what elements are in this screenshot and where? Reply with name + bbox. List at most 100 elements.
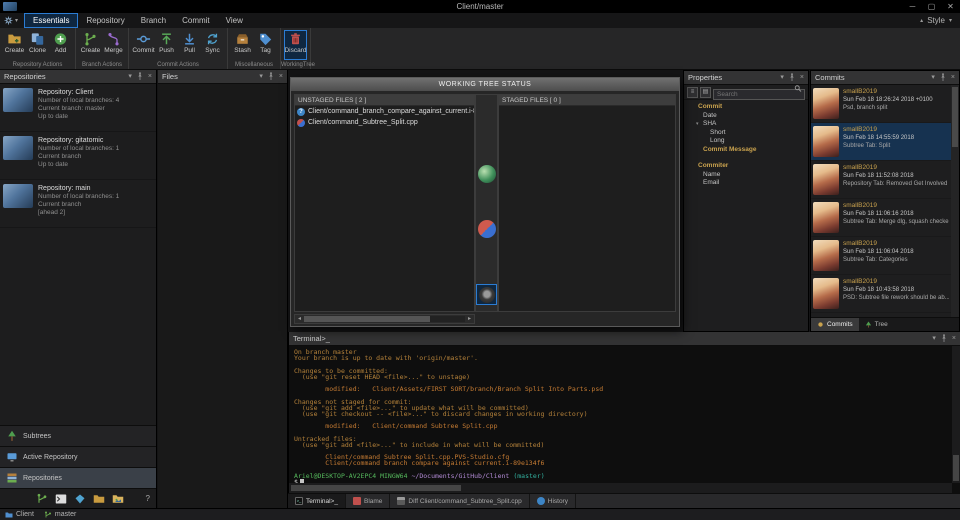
property-tree-item[interactable]: Name [684,171,808,180]
sidebar-item-subtrees[interactable]: Subtrees [0,425,156,446]
commit-list-item[interactable]: smallB2019 Sun Feb 18 14:55:59 2018 Subt… [811,123,951,161]
unstaged-file-row[interactable]: Client/command_Subtree_Split.cpp [295,117,474,128]
tab-tree[interactable]: Tree [859,318,894,331]
commit-date: Sun Feb 18 11:06:04 2018 [843,249,914,255]
sidebar-item-active-repository[interactable]: Active Repository [0,446,156,467]
scrollbar-thumb[interactable] [291,485,461,491]
property-tree-item[interactable]: Commit [684,103,808,112]
property-tree-item[interactable]: Short [684,129,808,138]
chevron-down-icon[interactable]: ▾ [931,71,935,85]
commit-list-item[interactable]: smallB2019 Sun Feb 18 11:06:16 2018 Subt… [811,199,951,237]
pin-icon[interactable] [788,73,796,82]
gem-icon[interactable] [74,493,86,505]
commit-avatar [813,164,839,195]
scrollbar-thumb[interactable] [952,87,958,147]
unstaged-horizontal-scrollbar[interactable]: ◂ ▸ [294,314,475,324]
statusbar-repository[interactable]: Client [5,511,34,519]
sync-button[interactable]: Sync [201,30,224,60]
repository-list-item[interactable]: Repository: main Number of local branche… [0,180,156,228]
chevron-down-icon[interactable]: ▾ [259,70,263,84]
merge-branch-button[interactable]: Merge [102,30,125,60]
close-button[interactable]: ✕ [941,0,960,13]
chevron-down-icon[interactable]: ▾ [128,70,132,84]
commit-list-item[interactable]: smallB2019 Sun Feb 18 18:26:24 2018 +010… [811,85,951,123]
tab-diff[interactable]: Diff Client/command_Subtree_Split.cpp [390,494,530,508]
branch-icon[interactable] [36,493,48,505]
collapse-ribbon-icon[interactable]: ▴ [920,17,923,24]
working-tree-status-window[interactable]: WORKING TREE STATUS UNSTAGED FILES [ 2 ]… [290,77,680,327]
commit-list-item[interactable]: smallB2019 Sun Feb 18 10:43:58 2018 PSD:… [811,275,951,313]
tab-commit[interactable]: Commit [174,13,218,28]
style-menu[interactable]: Style [927,16,945,25]
folder-image-icon[interactable] [112,493,124,505]
discard-button[interactable]: Discard [284,30,307,60]
tag-button[interactable]: Tag [254,30,277,60]
add-repository-button[interactable]: Add [49,30,72,60]
terminal-horizontal-scrollbar[interactable] [289,483,952,493]
scroll-right-arrow[interactable]: ▸ [465,315,474,324]
folder-icon[interactable] [93,493,105,505]
stage-selected-button[interactable] [477,165,496,183]
property-tree-item[interactable]: Long [684,137,808,146]
snapshot-button[interactable] [476,284,497,305]
terminal-vertical-scrollbar[interactable] [952,346,960,483]
create-repository-icon [7,32,22,46]
sidebar-item-repositories[interactable]: Repositories [0,467,156,488]
categorize-button[interactable]: ≡ [687,86,698,98]
tab-blame[interactable]: Blame [346,494,391,508]
tab-view[interactable]: View [218,13,251,28]
tab-essentials[interactable]: Essentials [24,13,79,28]
tab-history[interactable]: History [530,494,576,508]
commit-message: Subtree Tab: Categories [843,257,908,263]
tab-commits[interactable]: Commits [811,318,859,331]
property-tree-item[interactable]: Date [684,112,808,121]
repository-list-item[interactable]: Repository: Client Number of local branc… [0,84,156,132]
minimize-button[interactable]: ─ [903,0,922,13]
statusbar-branch[interactable]: master [44,511,76,519]
unstaged-file-row[interactable]: ? Client/command_branch_compare_against_… [295,106,474,117]
push-button[interactable]: Push [155,30,178,60]
repository-list-item[interactable]: Repository: gitatomic Number of local br… [0,132,156,180]
commits-scrollbar[interactable] [951,85,959,317]
maximize-button[interactable]: ▢ [922,0,941,13]
commit-button[interactable]: Commit [132,30,155,60]
create-repository-button[interactable]: Create [3,30,26,60]
stash-box-icon [235,32,250,46]
pin-icon[interactable] [267,72,275,81]
chevron-down-icon[interactable]: ▾ [932,332,936,346]
terminal-output[interactable]: On branch master Your branch is up to dat… [289,346,952,483]
tab-terminal[interactable]: >_ Terminal>_ [288,494,346,508]
property-tree-item[interactable]: Commit Message [684,146,808,155]
stage-all-button[interactable] [477,220,496,238]
close-icon[interactable]: × [148,70,152,84]
close-icon[interactable]: × [279,70,283,84]
close-icon[interactable]: × [951,71,955,85]
pin-icon[interactable] [940,334,948,343]
commit-list-item[interactable]: smallB2019 Sun Feb 18 11:52:08 2018 Repo… [811,161,951,199]
clone-repository-button[interactable]: Clone [26,30,49,60]
sort-button[interactable]: ▤ [700,86,711,98]
ribbon-group-label: Repository Actions [12,62,63,68]
search-input[interactable] [713,89,805,100]
commit-list-item[interactable]: smallB2019 Sun Feb 18 11:06:04 2018 Subt… [811,237,951,275]
property-tree-item[interactable]: SHA [684,120,808,129]
scrollbar-thumb[interactable] [953,455,959,481]
working-tree-title[interactable]: WORKING TREE STATUS [291,78,679,91]
property-tree-item[interactable]: Commiter [684,162,808,171]
scrollbar-thumb[interactable] [304,316,430,322]
pull-button[interactable]: Pull [178,30,201,60]
pin-icon[interactable] [939,73,947,82]
panel-title: Properties [688,73,723,82]
quick-access-menu[interactable]: ▾ [4,16,18,25]
tab-repository[interactable]: Repository [78,13,132,28]
create-branch-button[interactable]: Create [79,30,102,60]
scroll-left-arrow[interactable]: ◂ [295,315,304,324]
tab-branch[interactable]: Branch [133,13,174,28]
help-button[interactable]: ? [146,494,150,503]
close-icon[interactable]: × [952,332,956,346]
pin-icon[interactable] [136,72,144,81]
chevron-down-icon[interactable]: ▾ [949,17,952,24]
stash-button[interactable]: Stash [231,30,254,60]
property-tree-item[interactable]: Email [684,179,808,188]
terminal-icon[interactable] [55,493,67,505]
